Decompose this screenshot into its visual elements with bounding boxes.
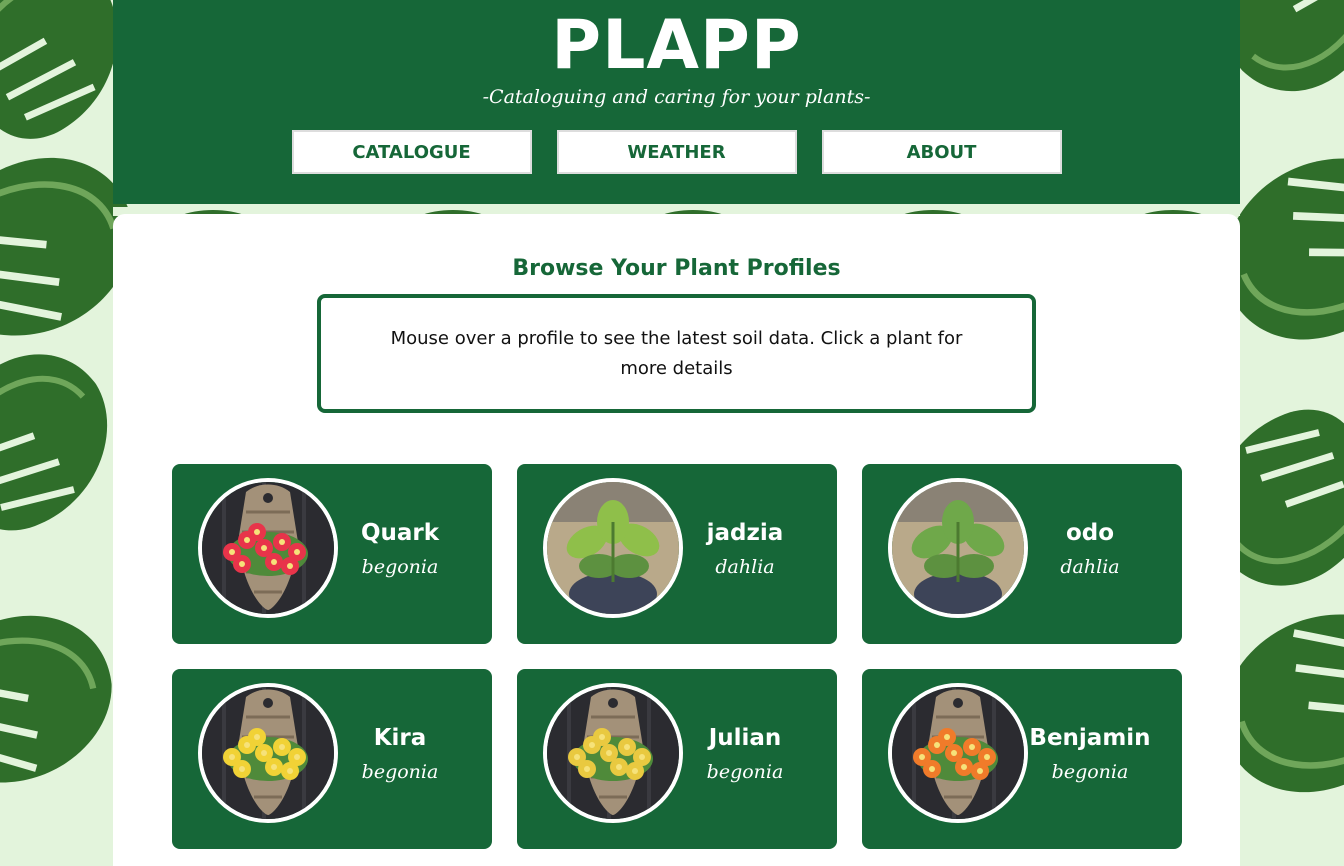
site-title: PLAPP — [551, 6, 802, 85]
plant-card-quark[interactable]: Quark begonia — [172, 464, 492, 644]
plant-photo — [543, 478, 683, 618]
page-heading: Browse Your Plant Profiles — [512, 256, 841, 281]
plant-species: begonia — [361, 761, 439, 783]
site-header: PLAPP -Cataloguing and caring for your p… — [113, 0, 1240, 204]
plant-species: dahlia — [1060, 556, 1120, 578]
instructions-text: Mouse over a profile to see the latest s… — [390, 327, 963, 379]
plant-card-jadzia[interactable]: jadzia dahlia — [517, 464, 837, 644]
plant-species: dahlia — [715, 556, 775, 578]
plant-card-julian[interactable]: Julian begonia — [517, 669, 837, 849]
plant-card-kira[interactable]: Kira begonia — [172, 669, 492, 849]
plant-photo — [543, 683, 683, 823]
nav-catalogue-button[interactable]: CATALOGUE — [291, 130, 532, 174]
plant-species: begonia — [361, 556, 439, 578]
plant-name: jadzia — [706, 520, 784, 546]
plant-name: Julian — [708, 725, 782, 751]
plant-name: Benjamin — [1029, 725, 1151, 751]
plant-photo — [198, 683, 338, 823]
site-tagline: -Cataloguing and caring for your plants- — [482, 86, 871, 108]
plant-card-benjamin[interactable]: Benjamin begonia — [862, 669, 1182, 849]
instructions-box: Mouse over a profile to see the latest s… — [317, 294, 1036, 413]
plant-name: Kira — [373, 725, 427, 751]
plant-species: begonia — [1051, 761, 1129, 783]
plant-card-odo[interactable]: odo dahlia — [862, 464, 1182, 644]
main-nav: CATALOGUE WEATHER ABOUT — [113, 130, 1240, 174]
nav-weather-button[interactable]: WEATHER — [556, 130, 797, 174]
plant-photo — [888, 478, 1028, 618]
plant-photo — [198, 478, 338, 618]
plant-species: begonia — [706, 761, 784, 783]
nav-about-button[interactable]: ABOUT — [821, 130, 1062, 174]
plant-name: odo — [1065, 520, 1115, 546]
plant-name: Quark — [360, 520, 440, 546]
plant-photo — [888, 683, 1028, 823]
